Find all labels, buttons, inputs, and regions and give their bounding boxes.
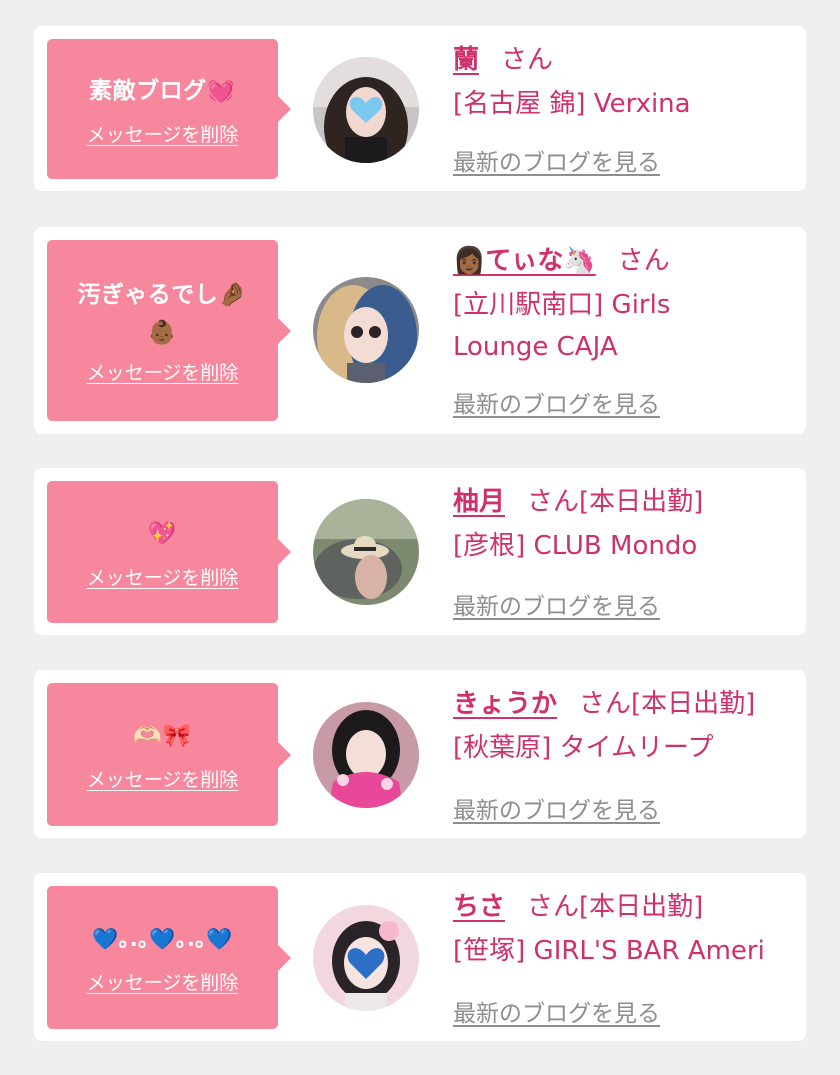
profile-info: ちさ さん[本日出勤] [笹塚] GIRL'S BAR Ameri bbox=[453, 887, 794, 972]
delete-message-link[interactable]: メッセージを削除 bbox=[87, 358, 239, 385]
avatar-photo bbox=[313, 499, 419, 605]
name-line: 柚月 さん[本日出勤] bbox=[453, 482, 794, 522]
name-line: きょうか さん[本日出勤] bbox=[453, 684, 794, 724]
name-suffix: さん bbox=[501, 45, 554, 75]
name-line: 蘭さん bbox=[453, 40, 794, 80]
profile-info: 蘭さん [名古屋 錦] Verxina bbox=[453, 40, 794, 125]
delete-message-link[interactable]: メッセージを削除 bbox=[87, 765, 239, 792]
message-text: 🫶🏻🎀 bbox=[133, 723, 192, 749]
message-card: 汚ぎゃるでし🤌🏾👶🏾 メッセージを削除 👩🏾てぃな🦄 さん [立川駅南口] Gir… bbox=[34, 227, 806, 434]
avatar[interactable] bbox=[313, 277, 419, 383]
user-name-link[interactable]: ちさ bbox=[453, 892, 505, 922]
shop-name: [名古屋 錦] Verxina bbox=[453, 89, 691, 119]
name-line: ちさ さん[本日出勤] bbox=[453, 887, 794, 927]
user-name-link[interactable]: 蘭 bbox=[453, 45, 479, 75]
avatar[interactable] bbox=[313, 499, 419, 605]
avatar-photo bbox=[313, 277, 419, 383]
avatar[interactable] bbox=[313, 905, 419, 1011]
message-card: 🫶🏻🎀 メッセージを削除 きょうか さん[本日出勤] [秋葉原] タイムリープ 最… bbox=[34, 670, 806, 838]
user-name-link[interactable]: 柚月 bbox=[453, 487, 505, 517]
latest-blog-link[interactable]: 最新のブログを見る bbox=[453, 143, 660, 177]
user-name-link[interactable]: 👩🏾てぃな🦄 bbox=[453, 246, 596, 276]
name-suffix: さん[本日出勤] bbox=[527, 487, 704, 517]
shop-name: [立川駅南口] Girls Lounge CAJA bbox=[453, 290, 671, 362]
latest-blog-link[interactable]: 最新のブログを見る bbox=[453, 791, 660, 825]
message-list: 素敵ブログ💓 メッセージを削除 蘭さん [名古屋 錦] Verxina 最新のブ… bbox=[0, 0, 840, 1075]
name-suffix: さん bbox=[617, 246, 670, 276]
message-card: 💖 メッセージを削除 柚月 さん[本日出勤] [彦根] CLUB Mondo 最新… bbox=[34, 468, 806, 635]
message-bubble: 💖 メッセージを削除 bbox=[47, 481, 291, 623]
message-text: 💖 bbox=[147, 520, 178, 547]
avatar-photo bbox=[313, 905, 419, 1011]
latest-blog-link[interactable]: 最新のブログを見る bbox=[453, 385, 660, 419]
delete-message-link[interactable]: メッセージを削除 bbox=[87, 563, 239, 590]
avatar[interactable] bbox=[313, 57, 419, 163]
profile-info: きょうか さん[本日出勤] [秋葉原] タイムリープ bbox=[453, 684, 794, 769]
profile-info: 柚月 さん[本日出勤] [彦根] CLUB Mondo bbox=[453, 482, 794, 567]
latest-blog-link[interactable]: 最新のブログを見る bbox=[453, 587, 660, 621]
shop-name: [秋葉原] タイムリープ bbox=[453, 733, 714, 763]
latest-blog-link[interactable]: 最新のブログを見る bbox=[453, 994, 660, 1028]
name-line: 👩🏾てぃな🦄 さん bbox=[453, 241, 794, 281]
avatar-photo bbox=[313, 57, 419, 163]
shop-name: [笹塚] GIRL'S BAR Ameri bbox=[453, 936, 765, 966]
message-bubble: 🫶🏻🎀 メッセージを削除 bbox=[47, 683, 291, 826]
avatar[interactable] bbox=[313, 702, 419, 808]
message-text: 汚ぎゃるでし🤌🏾👶🏾 bbox=[77, 282, 248, 346]
message-text: 素敵ブログ💓 bbox=[89, 77, 236, 104]
shop-name: [彦根] CLUB Mondo bbox=[453, 531, 698, 561]
user-name-link[interactable]: きょうか bbox=[453, 689, 557, 719]
message-bubble: 素敵ブログ💓 メッセージを削除 bbox=[47, 39, 291, 179]
delete-message-link[interactable]: メッセージを削除 bbox=[87, 120, 239, 147]
message-text: 💙｡.｡💙｡.｡💙 bbox=[92, 927, 233, 951]
message-card: 素敵ブログ💓 メッセージを削除 蘭さん [名古屋 錦] Verxina 最新のブ… bbox=[34, 26, 806, 191]
name-suffix: さん[本日出勤] bbox=[579, 689, 756, 719]
message-card: 💙｡.｡💙｡.｡💙 メッセージを削除 ちさ さん[本日出勤] [笹塚] GIRL'… bbox=[34, 873, 806, 1041]
message-bubble: 汚ぎゃるでし🤌🏾👶🏾 メッセージを削除 bbox=[47, 240, 291, 421]
name-suffix: さん[本日出勤] bbox=[527, 892, 704, 922]
message-bubble: 💙｡.｡💙｡.｡💙 メッセージを削除 bbox=[47, 886, 291, 1029]
delete-message-link[interactable]: メッセージを削除 bbox=[87, 968, 239, 995]
avatar-photo bbox=[313, 702, 419, 808]
profile-info: 👩🏾てぃな🦄 さん [立川駅南口] Girls Lounge CAJA bbox=[453, 241, 794, 368]
